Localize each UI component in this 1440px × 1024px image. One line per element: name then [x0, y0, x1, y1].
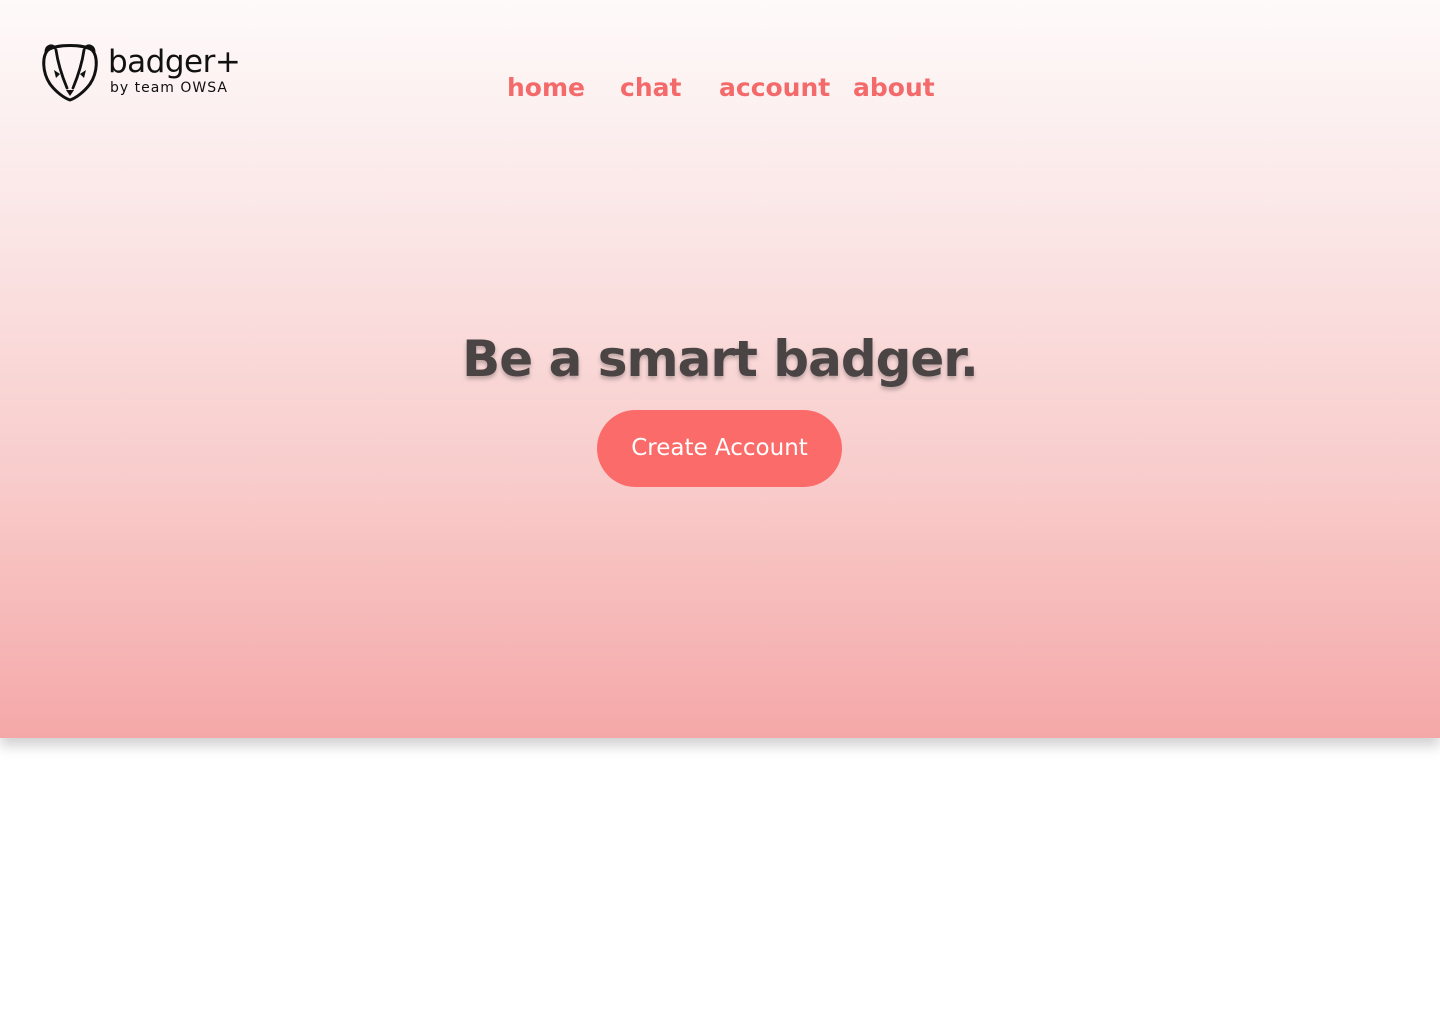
- nav-link-home[interactable]: home: [507, 70, 585, 106]
- hero-section: badger+ by team OWSA home chat account a…: [0, 0, 1440, 738]
- main-nav: home chat account about: [0, 70, 1440, 110]
- nav-link-account[interactable]: account: [719, 70, 830, 106]
- nav-link-about[interactable]: about: [853, 70, 935, 106]
- hero-headline: Be a smart badger.: [462, 330, 979, 388]
- create-account-button[interactable]: Create Account: [597, 410, 842, 487]
- nav-link-chat[interactable]: chat: [620, 70, 681, 106]
